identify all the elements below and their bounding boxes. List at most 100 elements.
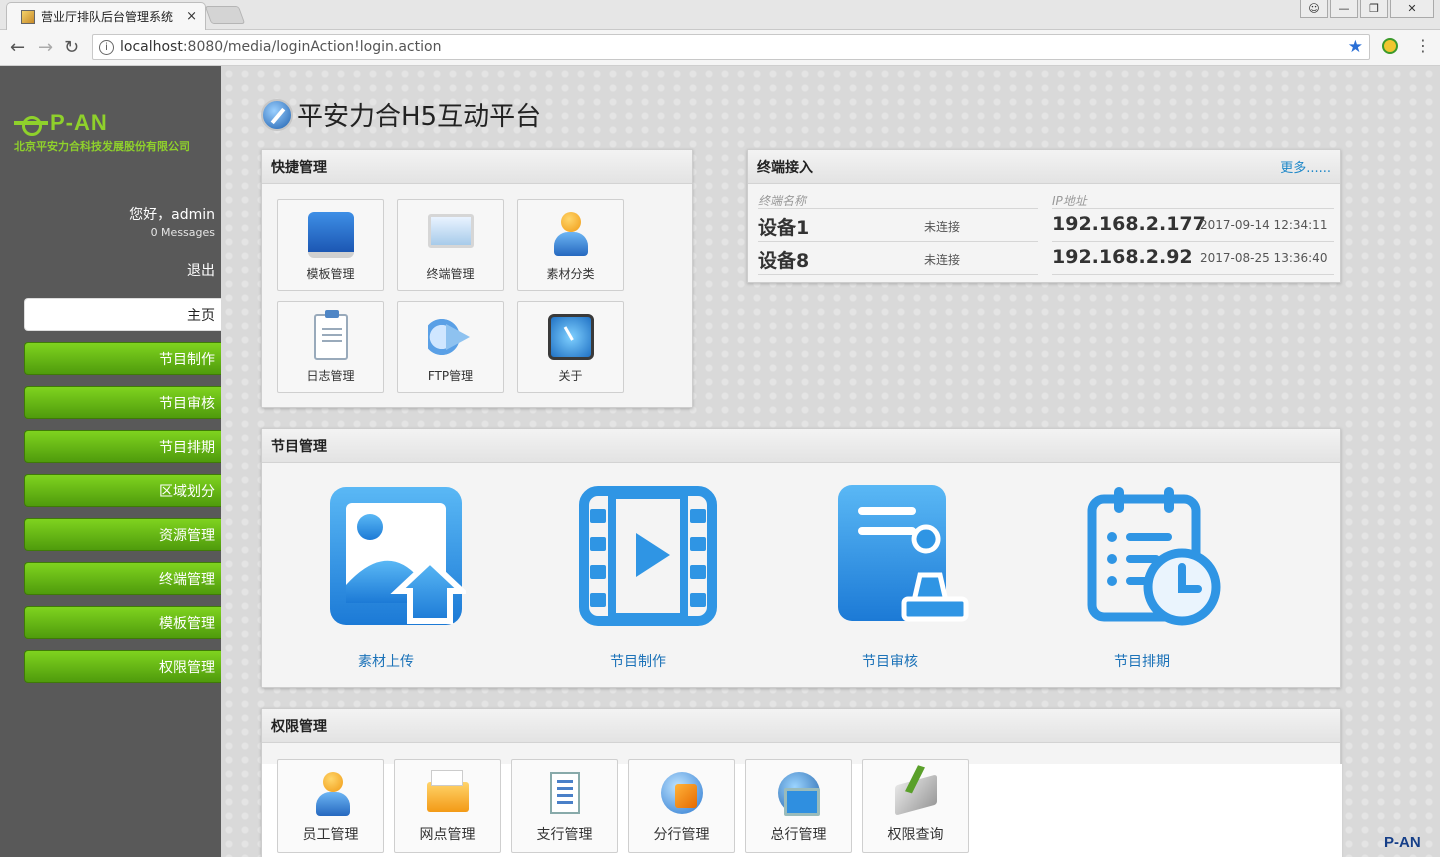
back-icon[interactable]: ←: [10, 37, 25, 58]
tile-label: 素材分类: [546, 267, 595, 281]
url-path: :8080/media/loginAction!login.action: [182, 39, 442, 55]
forward-icon[interactable]: →: [38, 37, 53, 58]
tile-label: FTP管理: [427, 369, 474, 383]
tile-label: 网点管理: [419, 827, 476, 843]
nav-item-home[interactable]: 主页: [24, 298, 221, 331]
main-content: 平安力合H5互动平台 快捷管理 模板管理 终端管理 素材分类 日志管理 FTP管…: [221, 66, 1440, 857]
monitor-icon: [428, 214, 474, 248]
perm-tile-head-office[interactable]: 总行管理: [745, 759, 852, 853]
tile-label: 分行管理: [653, 827, 710, 843]
device-time: 2017-09-14 12:34:11: [1200, 218, 1328, 232]
tile-label: 总行管理: [770, 827, 827, 843]
calendar-clock-icon: [1087, 487, 1221, 626]
perm-tile-branch[interactable]: 分行管理: [628, 759, 735, 853]
window-close-icon[interactable]: ✕: [1390, 0, 1434, 18]
minimize-icon[interactable]: —: [1330, 0, 1358, 18]
folder-icon: [427, 770, 469, 812]
browser-tab-strip: 营业厅排队后台管理系统 × ☺ — ❐ ✕: [0, 0, 1440, 30]
site-info-icon[interactable]: i: [99, 39, 114, 55]
perm-tile-permission-query[interactable]: 权限查询: [862, 759, 969, 853]
device-time: 2017-08-25 13:36:40: [1200, 251, 1328, 265]
program-item-label: 节目制作: [610, 654, 666, 670]
clipboard-icon: [314, 310, 348, 360]
program-item-label: 素材上传: [358, 654, 414, 670]
tile-label: 终端管理: [426, 267, 475, 281]
favicon-icon: [21, 9, 35, 24]
browser-menu-icon[interactable]: ⋮: [1415, 36, 1431, 55]
permission-management-panel: 权限管理 员工管理 网点管理 支行管理 分行管理 总行管理 权限查询: [261, 708, 1342, 857]
program-item-schedule[interactable]: 节目排期: [1070, 481, 1240, 670]
tile-label: 日志管理: [306, 369, 355, 383]
program-item-label: 节目审核: [862, 654, 918, 670]
pan-logo-icon: [14, 110, 48, 136]
program-item-production[interactable]: 节目制作: [566, 481, 736, 670]
window-controls: ☺ — ❐ ✕: [1300, 0, 1434, 18]
nav-item-permissions[interactable]: 权限管理: [24, 650, 221, 683]
divider: [1052, 274, 1334, 275]
page-title-text: 平安力合H5互动平台: [297, 102, 542, 132]
device-ip: 192.168.2.177: [1052, 213, 1206, 235]
tab-title: 营业厅排队后台管理系统: [41, 10, 174, 24]
document-stamp-icon: [838, 485, 969, 622]
device-name: 设备1: [758, 217, 810, 239]
tab-close-icon[interactable]: ×: [186, 9, 197, 24]
browser-tab[interactable]: 营业厅排队后台管理系统 ×: [6, 2, 206, 30]
tile-label: 权限查询: [887, 827, 944, 843]
tile-label: 员工管理: [302, 827, 359, 843]
more-link[interactable]: 更多......: [1280, 157, 1331, 176]
logout-link[interactable]: 退出: [187, 260, 215, 280]
globe-screen-icon: [778, 772, 820, 816]
bookmark-star-icon[interactable]: ★: [1348, 37, 1363, 57]
quick-tile-material-category[interactable]: 素材分类: [517, 199, 624, 291]
program-management-panel: 节目管理 素材上传 节目制作 节目审核 节目排期: [261, 428, 1341, 688]
document-icon: [550, 772, 580, 814]
perm-tile-outlets[interactable]: 网点管理: [394, 759, 501, 853]
company-name: 北京平安力合科技发展股份有限公司: [14, 140, 190, 153]
messages-count[interactable]: 0 Messages: [129, 226, 215, 239]
extension-icon[interactable]: [1382, 38, 1398, 54]
corner-logo: P-AN: [1384, 834, 1421, 851]
page-title: 平安力合H5互动平台: [261, 96, 541, 133]
nav-item-program-schedule[interactable]: 节目排期: [24, 430, 221, 463]
reload-icon[interactable]: ↻: [64, 37, 79, 58]
panel-header: 终端接入 更多......: [748, 150, 1340, 184]
nav-item-program-review[interactable]: 节目审核: [24, 386, 221, 419]
device-status: 未连接: [924, 220, 961, 234]
quick-management-panel: 快捷管理 模板管理 终端管理 素材分类 日志管理 FTP管理 关于: [261, 149, 693, 408]
video-film-icon: [579, 486, 717, 626]
restore-icon[interactable]: ❐: [1360, 0, 1388, 18]
quick-tile-logs[interactable]: 日志管理: [277, 301, 384, 393]
company-logo: P-AN 北京平安力合科技发展股份有限公司: [14, 110, 190, 154]
program-item-label: 节目排期: [1114, 654, 1170, 670]
program-item-material-upload[interactable]: 素材上传: [314, 481, 484, 670]
compass-icon: [261, 98, 293, 131]
browser-toolbar: ← → ↻ i localhost:8080/media/loginAction…: [0, 30, 1440, 66]
quick-tile-templates[interactable]: 模板管理: [277, 199, 384, 291]
nav-item-resources[interactable]: 资源管理: [24, 518, 221, 551]
book-pen-icon: [895, 774, 937, 816]
nav-item-terminals[interactable]: 终端管理: [24, 562, 221, 595]
nav-item-region[interactable]: 区域划分: [24, 474, 221, 507]
new-tab-button[interactable]: [204, 6, 246, 24]
perm-tile-staff[interactable]: 员工管理: [277, 759, 384, 853]
user-profile-icon[interactable]: ☺: [1300, 0, 1328, 18]
table-row[interactable]: 设备8 未连接 192.168.2.92 2017-08-25 13:36:40: [758, 242, 1334, 274]
tile-label: 模板管理: [306, 267, 355, 281]
quick-tile-ftp[interactable]: FTP管理: [397, 301, 504, 393]
panel-title: 节目管理: [262, 429, 1340, 463]
nav-item-templates[interactable]: 模板管理: [24, 606, 221, 639]
sidebar: P-AN 北京平安力合科技发展股份有限公司 您好，admin 0 Message…: [0, 66, 221, 857]
program-item-review[interactable]: 节目审核: [818, 481, 988, 670]
device-name: 设备8: [758, 250, 810, 272]
perm-tile-sub-branch[interactable]: 支行管理: [511, 759, 618, 853]
column-header-name: 终端名称: [758, 194, 807, 208]
address-bar[interactable]: i localhost:8080/media/loginAction!login…: [92, 34, 1370, 60]
quick-tile-about[interactable]: 关于: [517, 301, 624, 393]
panel-title: 终端接入: [757, 159, 813, 176]
quick-tile-terminals[interactable]: 终端管理: [397, 199, 504, 291]
book-icon: [308, 212, 354, 258]
user-icon: [548, 212, 594, 258]
table-row[interactable]: 设备1 未连接 192.168.2.177 2017-09-14 12:34:1…: [758, 209, 1334, 241]
nav-item-program-production[interactable]: 节目制作: [24, 342, 221, 375]
logo-text: P-AN: [50, 110, 108, 135]
